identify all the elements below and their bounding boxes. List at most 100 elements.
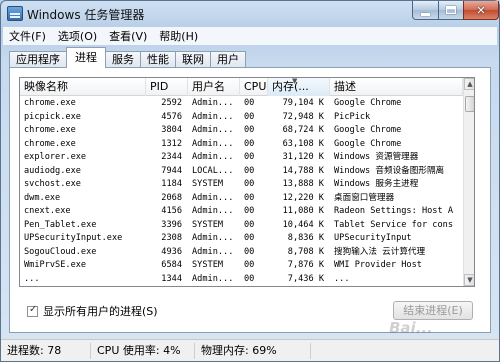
status-cpu-usage: CPU 使用率: 4% xyxy=(91,342,195,359)
cell-desc: Windows 资源管理器 xyxy=(334,152,419,162)
col-pid[interactable]: PID xyxy=(146,78,188,96)
process-list-header: 映像名称 PID 用户名 CPU ▼ 内存(... 描述 xyxy=(20,78,463,96)
tab-processes[interactable]: 进程 xyxy=(66,47,106,68)
col-memory[interactable]: ▼ 内存(... xyxy=(268,78,330,96)
cell-desc: WMI Provider Host xyxy=(334,260,422,270)
cell-cpu: 00 xyxy=(244,192,255,203)
cell-desc: ... xyxy=(334,273,350,284)
close-icon: ✕ xyxy=(476,3,486,17)
table-row[interactable]: svchost.exe 1184 SYSTEM 00 13,888 K Windows 服… xyxy=(20,178,463,192)
cell-cpu: 00 xyxy=(244,125,255,135)
cell-cpu: 00 xyxy=(244,111,255,122)
table-row[interactable]: picpick.exe 4576 Admin... 00 72,948 K PicPick xyxy=(20,111,463,125)
title-bar[interactable]: Windows 任务管理器 ✕ xyxy=(1,1,499,27)
table-row[interactable]: UPSecurityInput.exe 2308 Admin... 00 8,836 K… xyxy=(20,232,463,246)
process-list[interactable]: 映像名称 PID 用户名 CPU ▼ 内存(... 描述 chrome.exe 2… xyxy=(19,77,475,287)
scroll-thumb[interactable] xyxy=(465,96,474,112)
menu-options[interactable]: 选项(O) xyxy=(52,28,103,44)
cell-user: LOCAL... xyxy=(192,165,234,176)
cell-pid: 2592 xyxy=(161,98,182,108)
cell-name: Pen_Tablet.exe xyxy=(24,219,97,230)
table-row[interactable]: chrome.exe 2592 Admin... 00 79,104 K Google C… xyxy=(20,97,463,111)
show-all-users-toggle[interactable]: 显示所有用户的进程(S) xyxy=(27,303,158,319)
menu-help[interactable]: 帮助(H) xyxy=(153,28,204,44)
cell-name: SogouCloud.exe xyxy=(24,246,97,257)
show-all-users-label: 显示所有用户的进程(S) xyxy=(43,305,158,318)
cell-user: Admin... xyxy=(192,98,234,108)
cell-desc: Windows 音频设备图形隔离 xyxy=(334,165,445,176)
menu-view[interactable]: 查看(V) xyxy=(103,28,153,44)
cell-cpu: 00 xyxy=(244,219,255,230)
cell-name: dwm.exe xyxy=(24,192,61,203)
table-row[interactable]: ... 1344 Admin... 00 7,436 K... xyxy=(20,273,463,287)
cell-user: Admin... xyxy=(192,111,234,122)
cell-mem: 7,876 K xyxy=(287,260,324,270)
cell-cpu: 00 xyxy=(244,138,255,149)
col-user[interactable]: 用户名 xyxy=(188,78,240,96)
table-row[interactable]: SogouCloud.exe 4936 Admin... 00 8,708 K 搜狗输入法… xyxy=(20,246,463,260)
cell-desc: Radeon Settings: Host A xyxy=(334,206,453,216)
task-manager-window: Windows 任务管理器 ✕ 文件(F) 选项(O) 查看(V) 帮助(H) … xyxy=(0,0,500,362)
cell-pid: 2344 xyxy=(161,152,182,162)
scroll-up-icon[interactable]: ▲ xyxy=(464,78,474,90)
cell-user: SYSTEM xyxy=(192,260,224,270)
table-row[interactable]: dwm.exe 2068 Admin... 00 12,220 K 桌面窗口管理器 xyxy=(20,192,463,206)
close-button[interactable]: ✕ xyxy=(463,1,499,20)
tab-applications[interactable]: 应用程序 xyxy=(9,51,67,68)
table-row[interactable]: WmiPrvSE.exe 6584 SYSTEM 00 7,876 K WMI Provi… xyxy=(20,259,463,273)
col-image-name[interactable]: 映像名称 xyxy=(20,78,146,96)
cell-mem: 8,836 K xyxy=(287,233,324,243)
cell-pid: 4576 xyxy=(161,111,182,122)
cell-name: audiodg.exe xyxy=(24,165,81,176)
tab-users[interactable]: 用户 xyxy=(210,51,246,68)
cell-cpu: 00 xyxy=(244,179,255,189)
cell-name: explorer.exe xyxy=(24,152,87,162)
table-row[interactable]: audiodg.exe 7944 LOCAL... 00 14,788 K Windows… xyxy=(20,165,463,179)
menu-file[interactable]: 文件(F) xyxy=(3,28,52,44)
col-description[interactable]: 描述 xyxy=(330,78,463,96)
end-process-button[interactable]: 结束进程(E) xyxy=(393,301,473,320)
cell-mem: 68,724 K xyxy=(282,125,324,135)
sort-desc-icon: ▼ xyxy=(292,78,298,85)
cell-name: WmiPrvSE.exe xyxy=(24,260,87,270)
cell-cpu: 00 xyxy=(244,165,255,176)
cell-pid: 1184 xyxy=(161,179,182,189)
cell-mem: 72,948 K xyxy=(282,111,324,122)
cell-pid: 1344 xyxy=(161,273,182,284)
cell-pid: 2068 xyxy=(161,192,182,203)
cell-user: Admin... xyxy=(192,152,234,162)
window-title: Windows 任务管理器 xyxy=(27,8,145,22)
cell-user: Admin... xyxy=(192,138,234,149)
table-row[interactable]: explorer.exe 2344 Admin... 00 31,120 K Window… xyxy=(20,151,463,165)
cell-desc: PicPick xyxy=(334,111,371,122)
cell-name: UPSecurityInput.exe xyxy=(24,233,123,243)
cell-desc: Google Chrome xyxy=(334,125,402,135)
menu-bar: 文件(F) 选项(O) 查看(V) 帮助(H) xyxy=(3,27,497,45)
table-row[interactable]: Pen_Tablet.exe 3396 SYSTEM 00 10,464 K Tablet… xyxy=(20,219,463,233)
show-all-users-checkbox[interactable] xyxy=(27,304,38,317)
cell-pid: 3396 xyxy=(161,219,182,230)
tab-performance[interactable]: 性能 xyxy=(140,51,176,68)
maximize-icon xyxy=(446,6,456,14)
cell-mem: 11,080 K xyxy=(282,206,324,216)
cell-pid: 3804 xyxy=(161,125,182,135)
minimize-button[interactable] xyxy=(412,1,439,20)
cell-cpu: 00 xyxy=(244,98,255,108)
status-bar: 进程数: 78 CPU 使用率: 4% 物理内存: 69% xyxy=(1,339,499,361)
scroll-down-icon[interactable]: ▼ xyxy=(464,274,474,286)
cell-pid: 7944 xyxy=(161,165,182,176)
table-row[interactable]: chrome.exe 1312 Admin... 00 63,108 K Google C… xyxy=(20,138,463,152)
cell-user: Admin... xyxy=(192,273,234,284)
cell-cpu: 00 xyxy=(244,233,255,243)
watermark: Bai... xyxy=(389,319,433,337)
col-cpu[interactable]: CPU xyxy=(240,78,268,96)
table-row[interactable]: cnext.exe 4156 Admin... 00 11,080 K Radeon Se… xyxy=(20,205,463,219)
tab-services[interactable]: 服务 xyxy=(105,51,141,68)
table-row[interactable]: chrome.exe 3804 Admin... 00 68,724 K Google C… xyxy=(20,124,463,138)
status-process-count: 进程数: 78 xyxy=(1,342,91,359)
maximize-button[interactable] xyxy=(438,1,464,20)
vertical-scrollbar[interactable]: ▲ ▼ xyxy=(463,78,474,286)
cell-pid: 2308 xyxy=(161,233,182,243)
cell-cpu: 00 xyxy=(244,273,255,284)
tab-networking[interactable]: 联网 xyxy=(175,51,211,68)
